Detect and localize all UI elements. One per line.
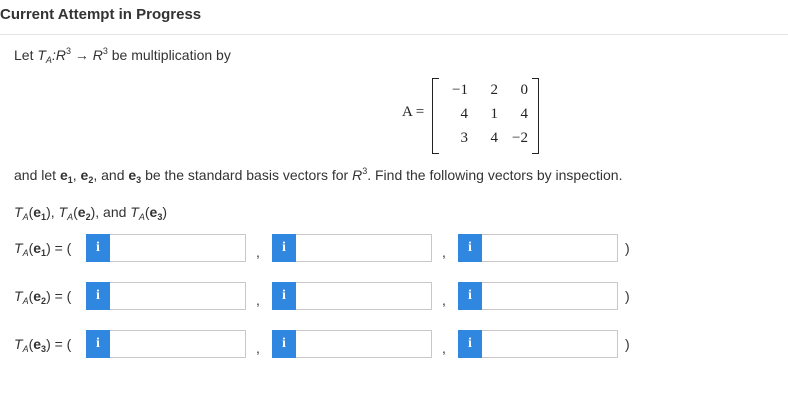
info-icon[interactable]: i bbox=[272, 234, 296, 262]
answer-field-e3-x[interactable]: i bbox=[86, 330, 246, 358]
info-icon[interactable]: i bbox=[86, 282, 110, 310]
answer-input[interactable] bbox=[486, 236, 616, 262]
answer-input[interactable] bbox=[114, 236, 244, 262]
answer-input[interactable] bbox=[300, 332, 430, 358]
info-icon[interactable]: i bbox=[272, 330, 296, 358]
answer-input[interactable] bbox=[300, 236, 430, 262]
comma: , bbox=[256, 340, 260, 356]
matrix-cell: 3 bbox=[460, 130, 469, 146]
row-label-e3: TA(e3) = ( bbox=[14, 336, 72, 354]
header: Current Attempt in Progress bbox=[0, 0, 788, 35]
answer-input[interactable] bbox=[114, 284, 244, 310]
answer-field-e2-z[interactable]: i bbox=[458, 282, 618, 310]
matrix-right-bracket bbox=[532, 78, 539, 154]
answer-field-e3-z[interactable]: i bbox=[458, 330, 618, 358]
answer-field-e2-y[interactable]: i bbox=[272, 282, 432, 310]
page-title: Current Attempt in Progress bbox=[0, 6, 202, 23]
matrix-cell: 4 bbox=[490, 130, 499, 146]
comma: , bbox=[256, 292, 260, 308]
answer-input[interactable] bbox=[114, 332, 244, 358]
row-label-e2: TA(e2) = ( bbox=[14, 288, 72, 306]
answer-field-e1-z[interactable]: i bbox=[458, 234, 618, 262]
comma: , bbox=[442, 292, 446, 308]
answer-field-e1-y[interactable]: i bbox=[272, 234, 432, 262]
answer-field-e3-y[interactable]: i bbox=[272, 330, 432, 358]
close-paren: ) bbox=[625, 336, 630, 352]
answer-field-e1-x[interactable]: i bbox=[86, 234, 246, 262]
close-paren: ) bbox=[625, 288, 630, 304]
matrix-cell: 0 bbox=[520, 82, 529, 98]
answer-field-e2-x[interactable]: i bbox=[86, 282, 246, 310]
matrix-cell: 1 bbox=[490, 106, 499, 122]
answer-input[interactable] bbox=[486, 332, 616, 358]
question-intro: Let TA:R3 → R3 be multiplication by bbox=[14, 46, 231, 65]
answer-input[interactable] bbox=[486, 284, 616, 310]
close-paren: ) bbox=[625, 240, 630, 256]
targets-line: TA(e1), TA(e2), and TA(e3) bbox=[14, 204, 168, 222]
info-icon[interactable]: i bbox=[86, 330, 110, 358]
info-icon[interactable]: i bbox=[272, 282, 296, 310]
matrix-cell: −1 bbox=[452, 82, 468, 98]
comma: , bbox=[442, 244, 446, 260]
answer-input[interactable] bbox=[300, 284, 430, 310]
matrix-cell: 2 bbox=[490, 82, 499, 98]
matrix-label: A = bbox=[402, 104, 425, 120]
info-icon[interactable]: i bbox=[458, 330, 482, 358]
info-icon[interactable]: i bbox=[86, 234, 110, 262]
matrix-cell: 4 bbox=[460, 106, 469, 122]
matrix-cell: −2 bbox=[512, 130, 528, 146]
comma: , bbox=[256, 244, 260, 260]
question-basis: and let e1, e2, and e3 be the standard b… bbox=[14, 166, 623, 185]
comma: , bbox=[442, 340, 446, 356]
info-icon[interactable]: i bbox=[458, 282, 482, 310]
info-icon[interactable]: i bbox=[458, 234, 482, 262]
matrix-cell: 4 bbox=[520, 106, 529, 122]
row-label-e1: TA(e1) = ( bbox=[14, 240, 72, 258]
